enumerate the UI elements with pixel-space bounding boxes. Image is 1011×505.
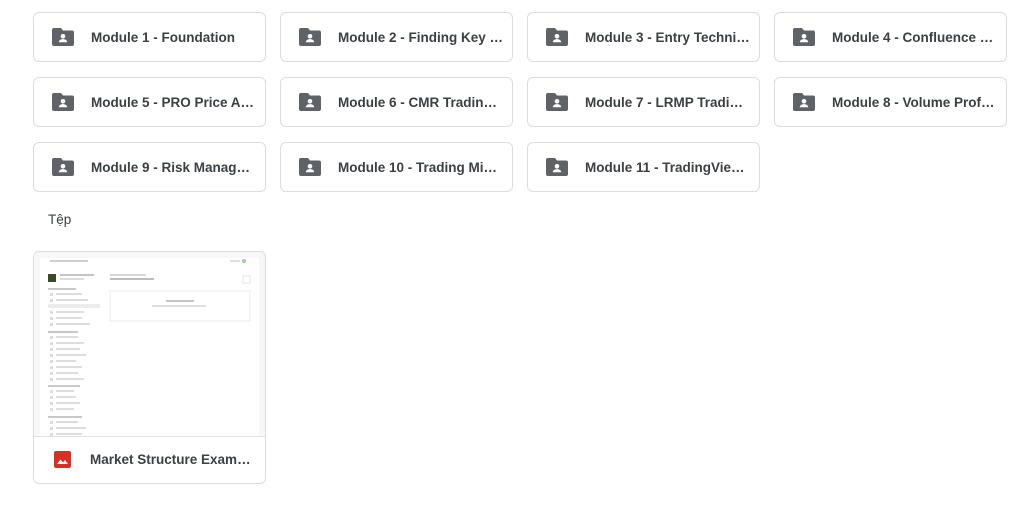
folder-name: Module 9 - Risk Managem...	[91, 159, 256, 175]
folder-item-module-1[interactable]: Module 1 - Foundation	[33, 12, 266, 62]
folder-name: Module 3 - Entry Techniqu...	[585, 29, 750, 45]
shared-folder-icon	[52, 158, 74, 176]
folder-item-module-2[interactable]: Module 2 - Finding Key Le...	[280, 12, 513, 62]
folder-grid: Module 1 - Foundation Module 2 - Finding…	[33, 12, 1007, 192]
shared-folder-icon	[793, 93, 815, 111]
folder-name: Module 5 - PRO Price Acti...	[91, 94, 256, 110]
folder-item-module-10[interactable]: Module 10 - Trading Mind...	[280, 142, 513, 192]
file-name: Market Structure Example...	[90, 452, 255, 467]
shared-folder-icon	[546, 28, 568, 46]
file-thumbnail	[34, 252, 265, 437]
folder-item-module-3[interactable]: Module 3 - Entry Techniqu...	[527, 12, 760, 62]
folder-item-module-5[interactable]: Module 5 - PRO Price Acti...	[33, 77, 266, 127]
shared-folder-icon	[52, 28, 74, 46]
shared-folder-icon	[546, 158, 568, 176]
folder-item-module-8[interactable]: Module 8 - Volume Profile...	[774, 77, 1007, 127]
shared-folder-icon	[52, 93, 74, 111]
folder-name: Module 10 - Trading Mind...	[338, 159, 503, 175]
shared-folder-icon	[299, 158, 321, 176]
drive-content: Module 1 - Foundation Module 2 - Finding…	[0, 0, 1011, 505]
folder-name: Module 11 - TradingView I...	[585, 159, 750, 175]
folder-name: Module 4 - Confluence Sc...	[832, 29, 997, 45]
folder-item-module-9[interactable]: Module 9 - Risk Managem...	[33, 142, 266, 192]
folder-item-module-7[interactable]: Module 7 - LRMP Trading ...	[527, 77, 760, 127]
file-info-row: Market Structure Example...	[34, 436, 265, 483]
folder-name: Module 6 - CMR Trading S...	[338, 94, 503, 110]
folder-name: Module 8 - Volume Profile...	[832, 94, 997, 110]
shared-folder-icon	[299, 93, 321, 111]
folder-name: Module 2 - Finding Key Le...	[338, 29, 503, 45]
shared-folder-icon	[546, 93, 568, 111]
shared-folder-icon	[793, 28, 815, 46]
folder-name: Module 7 - LRMP Trading ...	[585, 94, 750, 110]
folder-item-module-6[interactable]: Module 6 - CMR Trading S...	[280, 77, 513, 127]
folder-item-module-11[interactable]: Module 11 - TradingView I...	[527, 142, 760, 192]
folder-name: Module 1 - Foundation	[91, 29, 235, 45]
file-card[interactable]: Market Structure Example...	[33, 251, 266, 484]
folder-item-module-4[interactable]: Module 4 - Confluence Sc...	[774, 12, 1007, 62]
shared-folder-icon	[299, 28, 321, 46]
files-section-heading: Tệp	[48, 212, 72, 227]
image-file-icon	[54, 451, 71, 468]
